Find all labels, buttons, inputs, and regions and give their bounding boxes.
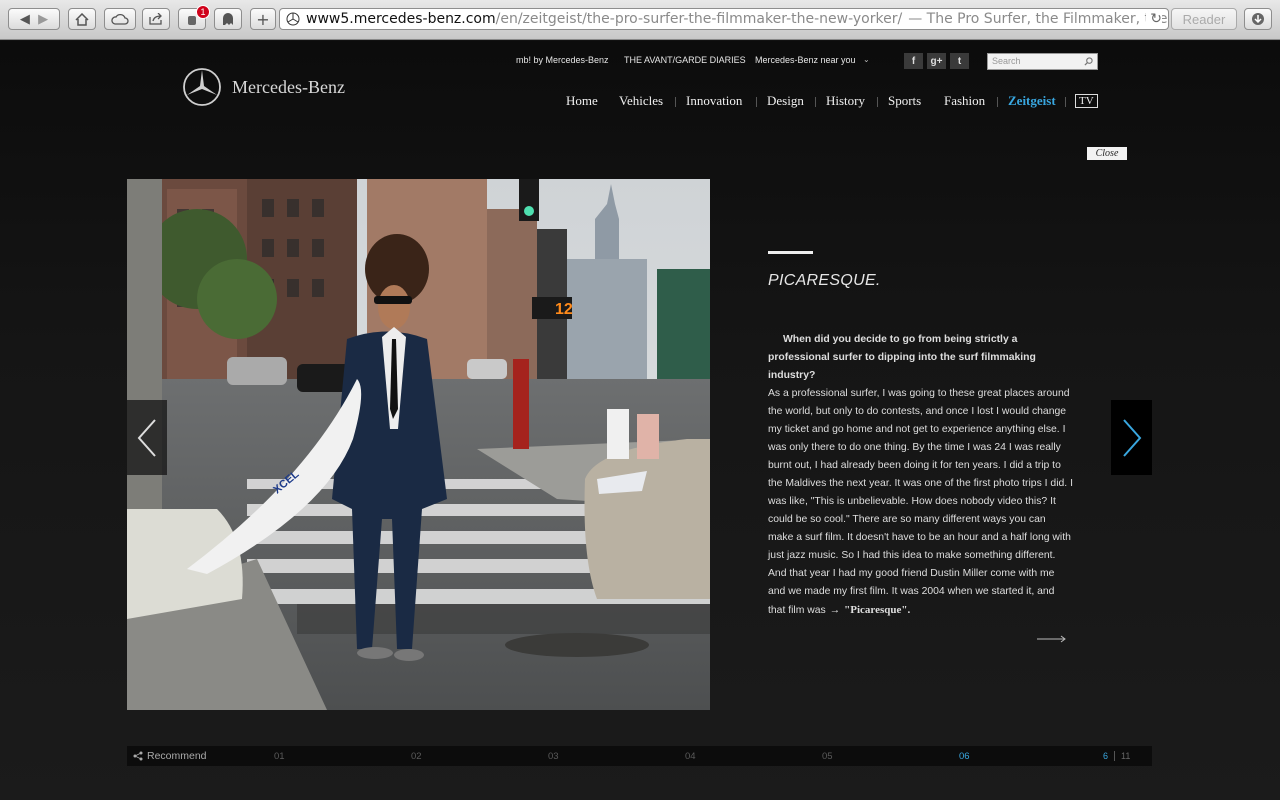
page-link-02[interactable]: 02 [411, 751, 422, 762]
nav-zeitgeist[interactable]: Zeitgeist [1008, 93, 1056, 109]
home-icon [75, 12, 89, 26]
counter-total: 11 [1121, 751, 1131, 761]
reader-button[interactable]: Reader [1171, 8, 1237, 30]
notification-badge: 1 [196, 5, 210, 19]
close-button[interactable]: Close [1087, 147, 1127, 160]
page-link-04[interactable]: 04 [685, 751, 696, 762]
counter-current: 6 [1103, 751, 1109, 761]
cloud-icon [111, 13, 129, 25]
page-link-06[interactable]: 06 [959, 751, 970, 762]
previous-slide-button[interactable] [127, 400, 167, 475]
downloads-button[interactable] [1244, 8, 1272, 30]
page-link-03[interactable]: 03 [548, 751, 559, 762]
article-body: When did you decide to go from being str… [768, 331, 1073, 620]
home-button[interactable] [68, 8, 96, 30]
interview-answer: As a professional surfer, I was going to… [768, 385, 1073, 620]
nav-divider [815, 97, 816, 107]
page-title: — The Pro Surfer, the Filmmaker, the New… [908, 11, 1168, 27]
link-arrow-icon: → [829, 605, 841, 616]
article-headline: PICARESQUE. [768, 272, 881, 289]
nav-sports[interactable]: Sports [888, 93, 921, 109]
icloud-button[interactable] [104, 8, 136, 30]
ghost-icon [223, 12, 233, 25]
back-icon[interactable]: ◀ [20, 12, 30, 27]
next-slide-button[interactable] [1111, 400, 1152, 475]
nav-divider [1065, 97, 1066, 107]
slide-navigation-bar: Recommend 01 02 03 04 05 06 6 11 [127, 746, 1152, 766]
url-path: /en/zeitgeist/the-pro-surfer-the-filmmak… [495, 11, 903, 27]
article-photo: LOOK! 12 [127, 179, 710, 710]
share-icon [149, 13, 162, 25]
new-tab-button[interactable]: + [250, 8, 276, 30]
slide-counter: 6 11 [1103, 751, 1130, 761]
interview-question: When did you decide to go from being str… [768, 334, 1036, 381]
answer-text: As a professional surfer, I was going to… [768, 388, 1073, 616]
recommend-button[interactable]: Recommend [133, 750, 207, 762]
film-link[interactable]: "Picaresque". [844, 604, 910, 616]
nav-divider [997, 97, 998, 107]
search-input[interactable]: Search [987, 53, 1098, 70]
street-scene-image: LOOK! 12 [127, 179, 710, 710]
back-forward-buttons[interactable]: ◀ ▶ [8, 8, 60, 30]
nav-tv[interactable]: TV [1075, 94, 1098, 108]
nav-history[interactable]: History [826, 93, 865, 109]
nav-vehicles[interactable]: Vehicles [619, 93, 663, 109]
nav-divider [675, 97, 676, 107]
download-icon [1252, 13, 1264, 25]
signal-number: 12 [555, 301, 573, 318]
search-placeholder: Search [992, 56, 1021, 66]
util-link-avantgarde[interactable]: THE AVANT/GARDE DIARIES [624, 55, 746, 65]
util-link-near-you[interactable]: Mercedes-Benz near you [755, 55, 856, 65]
nav-divider [877, 97, 878, 107]
chevron-down-icon[interactable]: ⌄ [863, 55, 870, 64]
nav-home[interactable]: Home [566, 93, 598, 109]
counter-divider [1114, 751, 1116, 761]
nav-fashion[interactable]: Fashion [944, 93, 985, 109]
ghostery-button[interactable] [214, 8, 242, 30]
nav-innovation[interactable]: Innovation [686, 93, 742, 109]
search-icon[interactable] [1084, 57, 1093, 66]
headline-rule [768, 251, 813, 254]
site-favicon-icon [286, 12, 300, 26]
main-nav: Home Vehicles Innovation Design History … [0, 93, 1280, 111]
page: Mercedes-Benz mb! by Mercedes-Benz THE A… [0, 41, 1280, 800]
url-domain: www5.mercedes-benz.com [306, 11, 496, 27]
reload-icon[interactable]: ↻ [1146, 11, 1162, 27]
plus-icon: + [256, 9, 270, 29]
share-button[interactable] [142, 8, 170, 30]
read-more-arrow-icon[interactable] [1037, 635, 1067, 643]
browser-toolbar: ◀ ▶ 1 + www5.mercedes-benz.com/en/zeitge… [0, 0, 1280, 40]
page-link-05[interactable]: 05 [822, 751, 833, 762]
twitter-icon[interactable]: t [950, 53, 969, 69]
forward-icon[interactable]: ▶ [38, 12, 48, 27]
recommend-label: Recommend [147, 750, 207, 762]
address-bar[interactable]: www5.mercedes-benz.com/en/zeitgeist/the-… [279, 8, 1169, 30]
page-link-01[interactable]: 01 [274, 751, 285, 762]
chevron-right-icon [1122, 418, 1141, 457]
chevron-left-icon [137, 418, 156, 457]
googleplus-icon[interactable]: g+ [927, 53, 946, 69]
nav-design[interactable]: Design [767, 93, 804, 109]
facebook-icon[interactable]: f [904, 53, 923, 69]
share-nodes-icon [133, 751, 143, 761]
util-link-mb[interactable]: mb! by Mercedes-Benz [516, 55, 609, 65]
nav-divider [756, 97, 757, 107]
